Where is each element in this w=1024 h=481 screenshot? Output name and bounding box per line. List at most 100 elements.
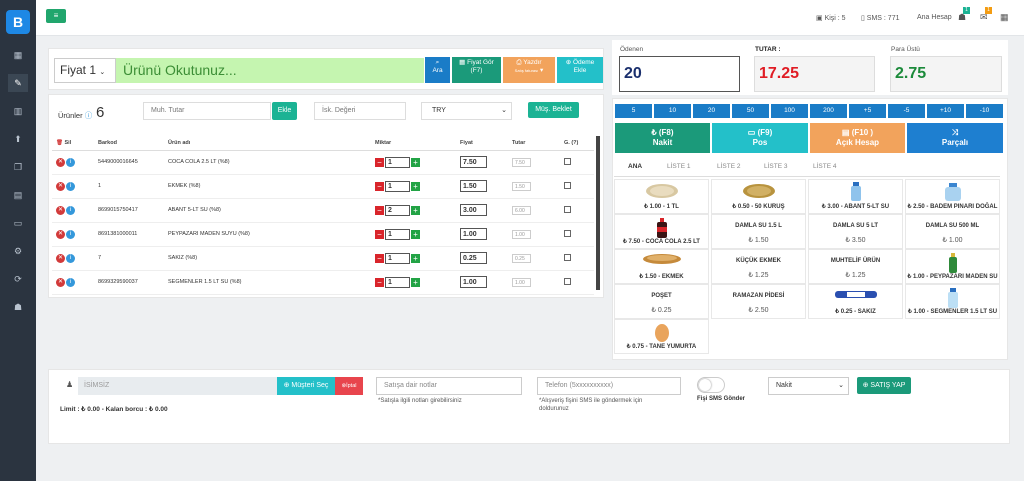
price-view-button[interactable]: ▦ Fiyat Gör (F7)	[452, 57, 501, 83]
increase-qty-button[interactable]: +	[411, 277, 420, 287]
edit-icon[interactable]: ✎	[8, 74, 28, 92]
select-customer-button[interactable]: ⊕ Müşteri Seç	[277, 377, 335, 395]
denomination-button[interactable]: 50	[732, 104, 769, 118]
product-tile[interactable]: ₺ 0.50 - 50 KURUŞ	[711, 179, 806, 214]
add-payment-button[interactable]: ⊕ Ödeme Ekle	[557, 57, 603, 83]
payment-pos-button[interactable]: ▭ (F9) Pos	[712, 123, 808, 153]
print-button[interactable]: ⎙ Yazdır Satış faturası ▾	[503, 57, 555, 83]
product-tile[interactable]: ₺ 2.50 - BADEM PINARI DOĞAL	[905, 179, 1000, 214]
tab-list-1[interactable]: LİSTE 1	[667, 163, 690, 170]
g-checkbox[interactable]	[564, 205, 571, 213]
qty-input[interactable]: 2	[385, 204, 410, 216]
qty-input[interactable]: 1	[385, 156, 410, 168]
payment-cash-button[interactable]: ₺ (F8) Nakit	[615, 123, 710, 153]
price-input[interactable]: 1.00	[460, 276, 487, 288]
product-tile[interactable]: ₺ 3.00 - ABANT 5-LT SU	[808, 179, 903, 214]
product-tile[interactable]: ₺ 0.75 - TANE YUMURTA	[614, 319, 709, 354]
hold-customer-button[interactable]: Müş. Beklet	[528, 102, 579, 118]
tab-list-0[interactable]: ANA	[628, 163, 643, 172]
payment-open-account-button[interactable]: ▤ (F10 ) Açık Hesap	[810, 123, 905, 153]
decrease-qty-button[interactable]: −	[375, 205, 384, 215]
denomination-button[interactable]: 5	[615, 104, 652, 118]
sms-toggle[interactable]	[697, 377, 725, 393]
product-tile[interactable]: DAMLA SU 5 LT ₺ 3.50	[808, 214, 903, 249]
discount-input[interactable]: İsk. Değeri	[314, 102, 406, 120]
product-tile[interactable]: ₺ 1.00 - PEYPAZARI MADEN SU	[905, 249, 1000, 284]
dashboard-icon[interactable]: ▦	[8, 46, 28, 64]
product-tile[interactable]: ₺ 1.00 - 1 TL	[614, 179, 709, 214]
denomination-button[interactable]: +10	[927, 104, 964, 118]
increase-qty-button[interactable]: +	[411, 205, 420, 215]
info-icon[interactable]: i	[66, 157, 75, 167]
decrease-qty-button[interactable]: −	[375, 277, 384, 287]
g-checkbox[interactable]	[564, 229, 571, 237]
info-icon[interactable]: i	[66, 205, 75, 215]
price-input[interactable]: 1.00	[460, 228, 487, 240]
tab-list-2[interactable]: LİSTE 2	[717, 163, 740, 170]
menu-toggle-button[interactable]: ≡	[46, 9, 66, 23]
refresh-icon[interactable]: ⟳	[8, 270, 28, 288]
tab-list-4[interactable]: LİSTE 4	[813, 163, 836, 170]
payment-type-select[interactable]: Nakit ⌄	[768, 377, 849, 395]
table-scrollbar[interactable]	[596, 136, 600, 290]
info-icon[interactable]: i	[66, 277, 75, 287]
delete-row-icon[interactable]: ✕	[56, 157, 65, 167]
complete-sale-button[interactable]: ⊕ SATIŞ YAP	[857, 377, 911, 394]
barcode-scan-input[interactable]: Ürünü Okutunuz...	[116, 58, 424, 83]
g-checkbox[interactable]	[564, 181, 571, 189]
increase-qty-button[interactable]: +	[411, 229, 420, 239]
product-tile[interactable]: DAMLA SU 500 ML ₺ 1.00	[905, 214, 1000, 249]
grid-icon[interactable]: ▦	[1000, 12, 1009, 23]
document-icon[interactable]: ▤	[8, 186, 28, 204]
phone-input[interactable]: Telefon (5xxxxxxxxxx)	[537, 377, 681, 395]
product-tile[interactable]: POŞET ₺ 0.25	[614, 284, 709, 319]
denomination-button[interactable]: 20	[693, 104, 730, 118]
info-icon[interactable]: i	[66, 181, 75, 191]
account-name[interactable]: Ana Hesap	[917, 14, 952, 21]
decrease-qty-button[interactable]: −	[375, 157, 384, 167]
product-tile[interactable]: DAMLA SU 1.5 L ₺ 1.50	[711, 214, 806, 249]
cancel-customer-button[interactable]: ⊗İptal	[335, 377, 363, 395]
search-button[interactable]: ⌕ Ara	[425, 57, 450, 83]
delete-row-icon[interactable]: ✕	[56, 253, 65, 263]
currency-select[interactable]: TRY ⌄	[421, 102, 512, 120]
g-checkbox[interactable]	[564, 157, 571, 165]
qty-input[interactable]: 1	[385, 252, 410, 264]
denomination-button[interactable]: -10	[966, 104, 1003, 118]
qty-input[interactable]: 1	[385, 228, 410, 240]
payment-split-button[interactable]: ⤨ Parçalı	[907, 123, 1003, 153]
denomination-button[interactable]: 200	[810, 104, 847, 118]
keyboard-icon[interactable]: ▭	[8, 214, 28, 232]
info-icon[interactable]: i	[66, 229, 75, 239]
muh-amount-input[interactable]: Muh. Tutar	[143, 102, 271, 120]
increase-qty-button[interactable]: +	[411, 253, 420, 263]
product-tile[interactable]: KÜÇÜK EKMEK ₺ 1.25	[711, 249, 806, 284]
price-input[interactable]: 7.50	[460, 156, 487, 168]
g-checkbox[interactable]	[564, 277, 571, 285]
decrease-qty-button[interactable]: −	[375, 181, 384, 191]
decrease-qty-button[interactable]: −	[375, 253, 384, 263]
product-tile[interactable]: RAMAZAN PİDESİ ₺ 2.50	[711, 284, 806, 319]
denomination-button[interactable]: -5	[888, 104, 925, 118]
copy-icon[interactable]: ❐	[8, 158, 28, 176]
info-icon[interactable]: i	[66, 253, 75, 263]
chart-icon[interactable]: ▥	[8, 102, 28, 120]
increase-qty-button[interactable]: +	[411, 157, 420, 167]
qty-input[interactable]: 1	[385, 180, 410, 192]
price-list-select[interactable]: Fiyat 1 ⌄	[54, 58, 116, 83]
price-input[interactable]: 0.25	[460, 252, 487, 264]
pin-icon[interactable]: ⬆	[8, 130, 28, 148]
denomination-button[interactable]: +5	[849, 104, 886, 118]
product-tile[interactable]: ₺ 0.25 - SAKIZ	[808, 284, 903, 319]
qty-input[interactable]: 1	[385, 276, 410, 288]
delete-row-icon[interactable]: ✕	[56, 229, 65, 239]
product-tile[interactable]: MUHTELİF ÜRÜN ₺ 1.25	[808, 249, 903, 284]
users-icon[interactable]: ☗	[8, 298, 28, 316]
price-input[interactable]: 3.00	[460, 204, 487, 216]
product-tile[interactable]: ₺ 1.00 - SEGMENLER 1.5 LT SU	[905, 284, 1000, 319]
denomination-button[interactable]: 10	[654, 104, 691, 118]
delete-row-icon[interactable]: ✕	[56, 205, 65, 215]
cog-icon[interactable]: ⚙	[8, 242, 28, 260]
g-checkbox[interactable]	[564, 253, 571, 261]
delete-row-icon[interactable]: ✕	[56, 181, 65, 191]
